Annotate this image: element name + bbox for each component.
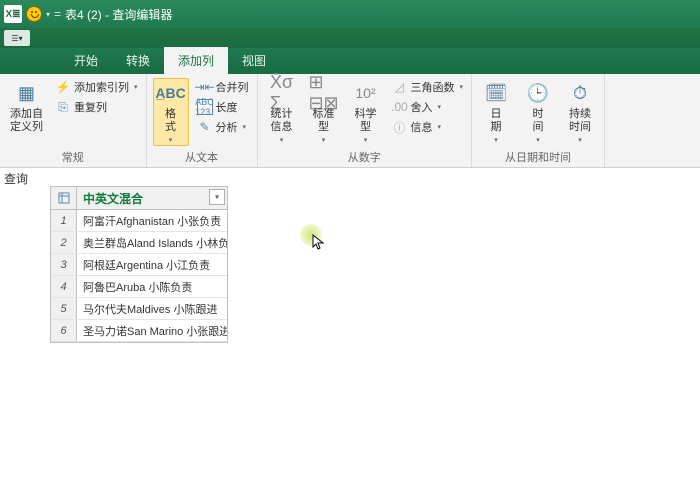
row-number[interactable]: 6 [51,320,77,341]
row-number[interactable]: 2 [51,232,77,253]
stopwatch-icon: ⏱ [566,80,594,106]
title-separator: = [54,7,61,21]
window-title: 表4 (2) - 査询编辑器 [65,6,172,23]
column-filter-button[interactable]: ▾ [209,189,225,205]
table-row: 6圣马力诺San Marino 小张跟进 [51,320,227,342]
query-pane-label: 查询 [4,170,28,187]
round-icon: .00 [392,99,408,115]
qat-dropdown-icon[interactable]: ▾ [46,10,50,19]
cell[interactable]: 马尔代夫Maldives 小陈跟进 [77,298,227,319]
table-icon: ▦ [13,80,41,106]
chevron-down-icon: ▾ [578,136,582,144]
merge-columns-button[interactable]: ⇥⇤ 合并列 [195,78,251,96]
date-button[interactable]: 🗓 日 期 ▾ [478,78,514,146]
chevron-down-icon: ▾ [438,103,442,111]
scientific-button[interactable]: 10² 科学 型 ▾ [348,78,384,146]
calc-icon: ⊞⊟⊠ [310,80,338,106]
time-button[interactable]: 🕒 时 间 ▾ [520,78,556,146]
chevron-down-icon: ▾ [322,136,326,144]
ribbon-group-general: ▦ 添加自 定义列 ⚡ 添加索引列 ▾ ⎘ 重复列 常规 [0,74,147,167]
chevron-down-icon: ▾ [536,136,540,144]
ribbon-group-number: X̄σΣ 统计 信息 ▾ ⊞⊟⊠ 标准 型 ▾ 10² 科学 型 ▾ ◿ 三角函… [258,74,473,167]
length-button[interactable]: ABC123 长度 [195,98,251,116]
cursor-highlight [300,224,322,246]
cell[interactable]: 奥兰群岛Aland Islands 小林负 [77,232,227,253]
group-label-general: 常规 [6,147,140,165]
ribbon-group-datetime: 🗓 日 期 ▾ 🕒 时 间 ▾ ⏱ 持续 时间 ▾ 从日期和时间 [472,74,605,167]
tab-add-column[interactable]: 添加列 [164,47,228,74]
analyze-icon: ✎ [197,119,213,135]
format-button[interactable]: A̲BC 格 式 ▾ [153,78,189,146]
ribbon: ▦ 添加自 定义列 ⚡ 添加索引列 ▾ ⎘ 重复列 常规 A̲BC 格 式 [0,74,700,168]
table-corner-icon[interactable] [51,187,77,209]
data-grid: 中英文混合 ▾ 1阿富汗Afghanistan 小张负责 2奥兰群岛Aland … [50,186,228,343]
merge-icon: ⇥⇤ [197,79,213,95]
tab-transform[interactable]: 转换 [112,47,164,74]
duplicate-icon: ⎘ [55,99,71,115]
tab-view[interactable]: 视图 [228,47,280,74]
trig-button[interactable]: ◿ 三角函数 ▾ [390,78,466,96]
length-icon: ABC123 [197,99,213,115]
ribbon-tabs: 开始 转换 添加列 视图 [0,48,700,74]
statistics-button[interactable]: X̄σΣ 统计 信息 ▾ [264,78,300,146]
calendar-icon: 🗓 [482,80,510,106]
exponent-icon: 10² [352,80,380,106]
cell[interactable]: 阿根廷Argentina 小江负责 [77,254,227,275]
table-row: 4阿魯巴Aruba 小陈负责 [51,276,227,298]
group-label-number: 从数字 [264,147,466,165]
format-icon: A̲BC [157,80,185,106]
row-number[interactable]: 5 [51,298,77,319]
column-header-row: 中英文混合 ▾ [51,187,227,210]
column-header[interactable]: 中英文混合 ▾ [77,187,227,209]
cursor-icon [312,234,326,253]
chevron-down-icon: ▾ [460,83,464,91]
analyze-button[interactable]: ✎ 分析 ▾ [195,118,251,136]
info-icon: ⓘ [392,119,408,135]
chevron-down-icon: ▾ [280,136,284,144]
table-row: 5马尔代夫Maldives 小陈跟进 [51,298,227,320]
lightning-icon: ⚡ [55,79,71,95]
cell[interactable]: 圣马力诺San Marino 小张跟进 [77,320,227,341]
row-number[interactable]: 4 [51,276,77,297]
row-number[interactable]: 3 [51,254,77,275]
qat-button[interactable]: ☰▾ [4,30,30,46]
chevron-down-icon: ▾ [243,123,247,131]
add-index-column-button[interactable]: ⚡ 添加索引列 ▾ [53,78,140,96]
table-row: 1阿富汗Afghanistan 小张负责 [51,210,227,232]
duplicate-column-button[interactable]: ⎘ 重复列 [53,98,140,116]
round-button[interactable]: .00 舍入 ▾ [390,98,466,116]
smiley-icon [26,6,42,22]
quick-access-toolbar: ☰▾ [0,28,700,48]
standard-button[interactable]: ⊞⊟⊠ 标准 型 ▾ [306,78,342,146]
add-custom-column-button[interactable]: ▦ 添加自 定义列 [6,78,47,136]
ribbon-group-text: A̲BC 格 式 ▾ ⇥⇤ 合并列 ABC123 长度 ✎ 分析 ▾ [147,74,258,167]
triangle-icon: ◿ [392,79,408,95]
sigma-icon: X̄σΣ [268,80,296,106]
column-header-label: 中英文混合 [83,190,143,207]
group-label-text: 从文本 [153,147,251,165]
row-number[interactable]: 1 [51,210,77,231]
cell[interactable]: 阿富汗Afghanistan 小张负责 [77,210,227,231]
titlebar: X≣ ▾ = 表4 (2) - 査询编辑器 [0,0,700,28]
cell[interactable]: 阿魯巴Aruba 小陈负责 [77,276,227,297]
chevron-down-icon: ▾ [134,83,138,91]
duration-button[interactable]: ⏱ 持续 时间 ▾ [562,78,598,146]
number-info-button[interactable]: ⓘ 信息 ▾ [390,118,466,136]
chevron-down-icon: ▾ [169,136,173,144]
table-row: 2奥兰群岛Aland Islands 小林负 [51,232,227,254]
tab-home[interactable]: 开始 [60,47,112,74]
table-row: 3阿根廷Argentina 小江负责 [51,254,227,276]
chevron-down-icon: ▾ [438,123,442,131]
excel-icon: X≣ [4,5,22,23]
chevron-down-icon: ▾ [494,136,498,144]
clock-icon: 🕒 [524,80,552,106]
chevron-down-icon: ▾ [364,136,368,144]
group-label-datetime: 从日期和时间 [478,147,598,165]
